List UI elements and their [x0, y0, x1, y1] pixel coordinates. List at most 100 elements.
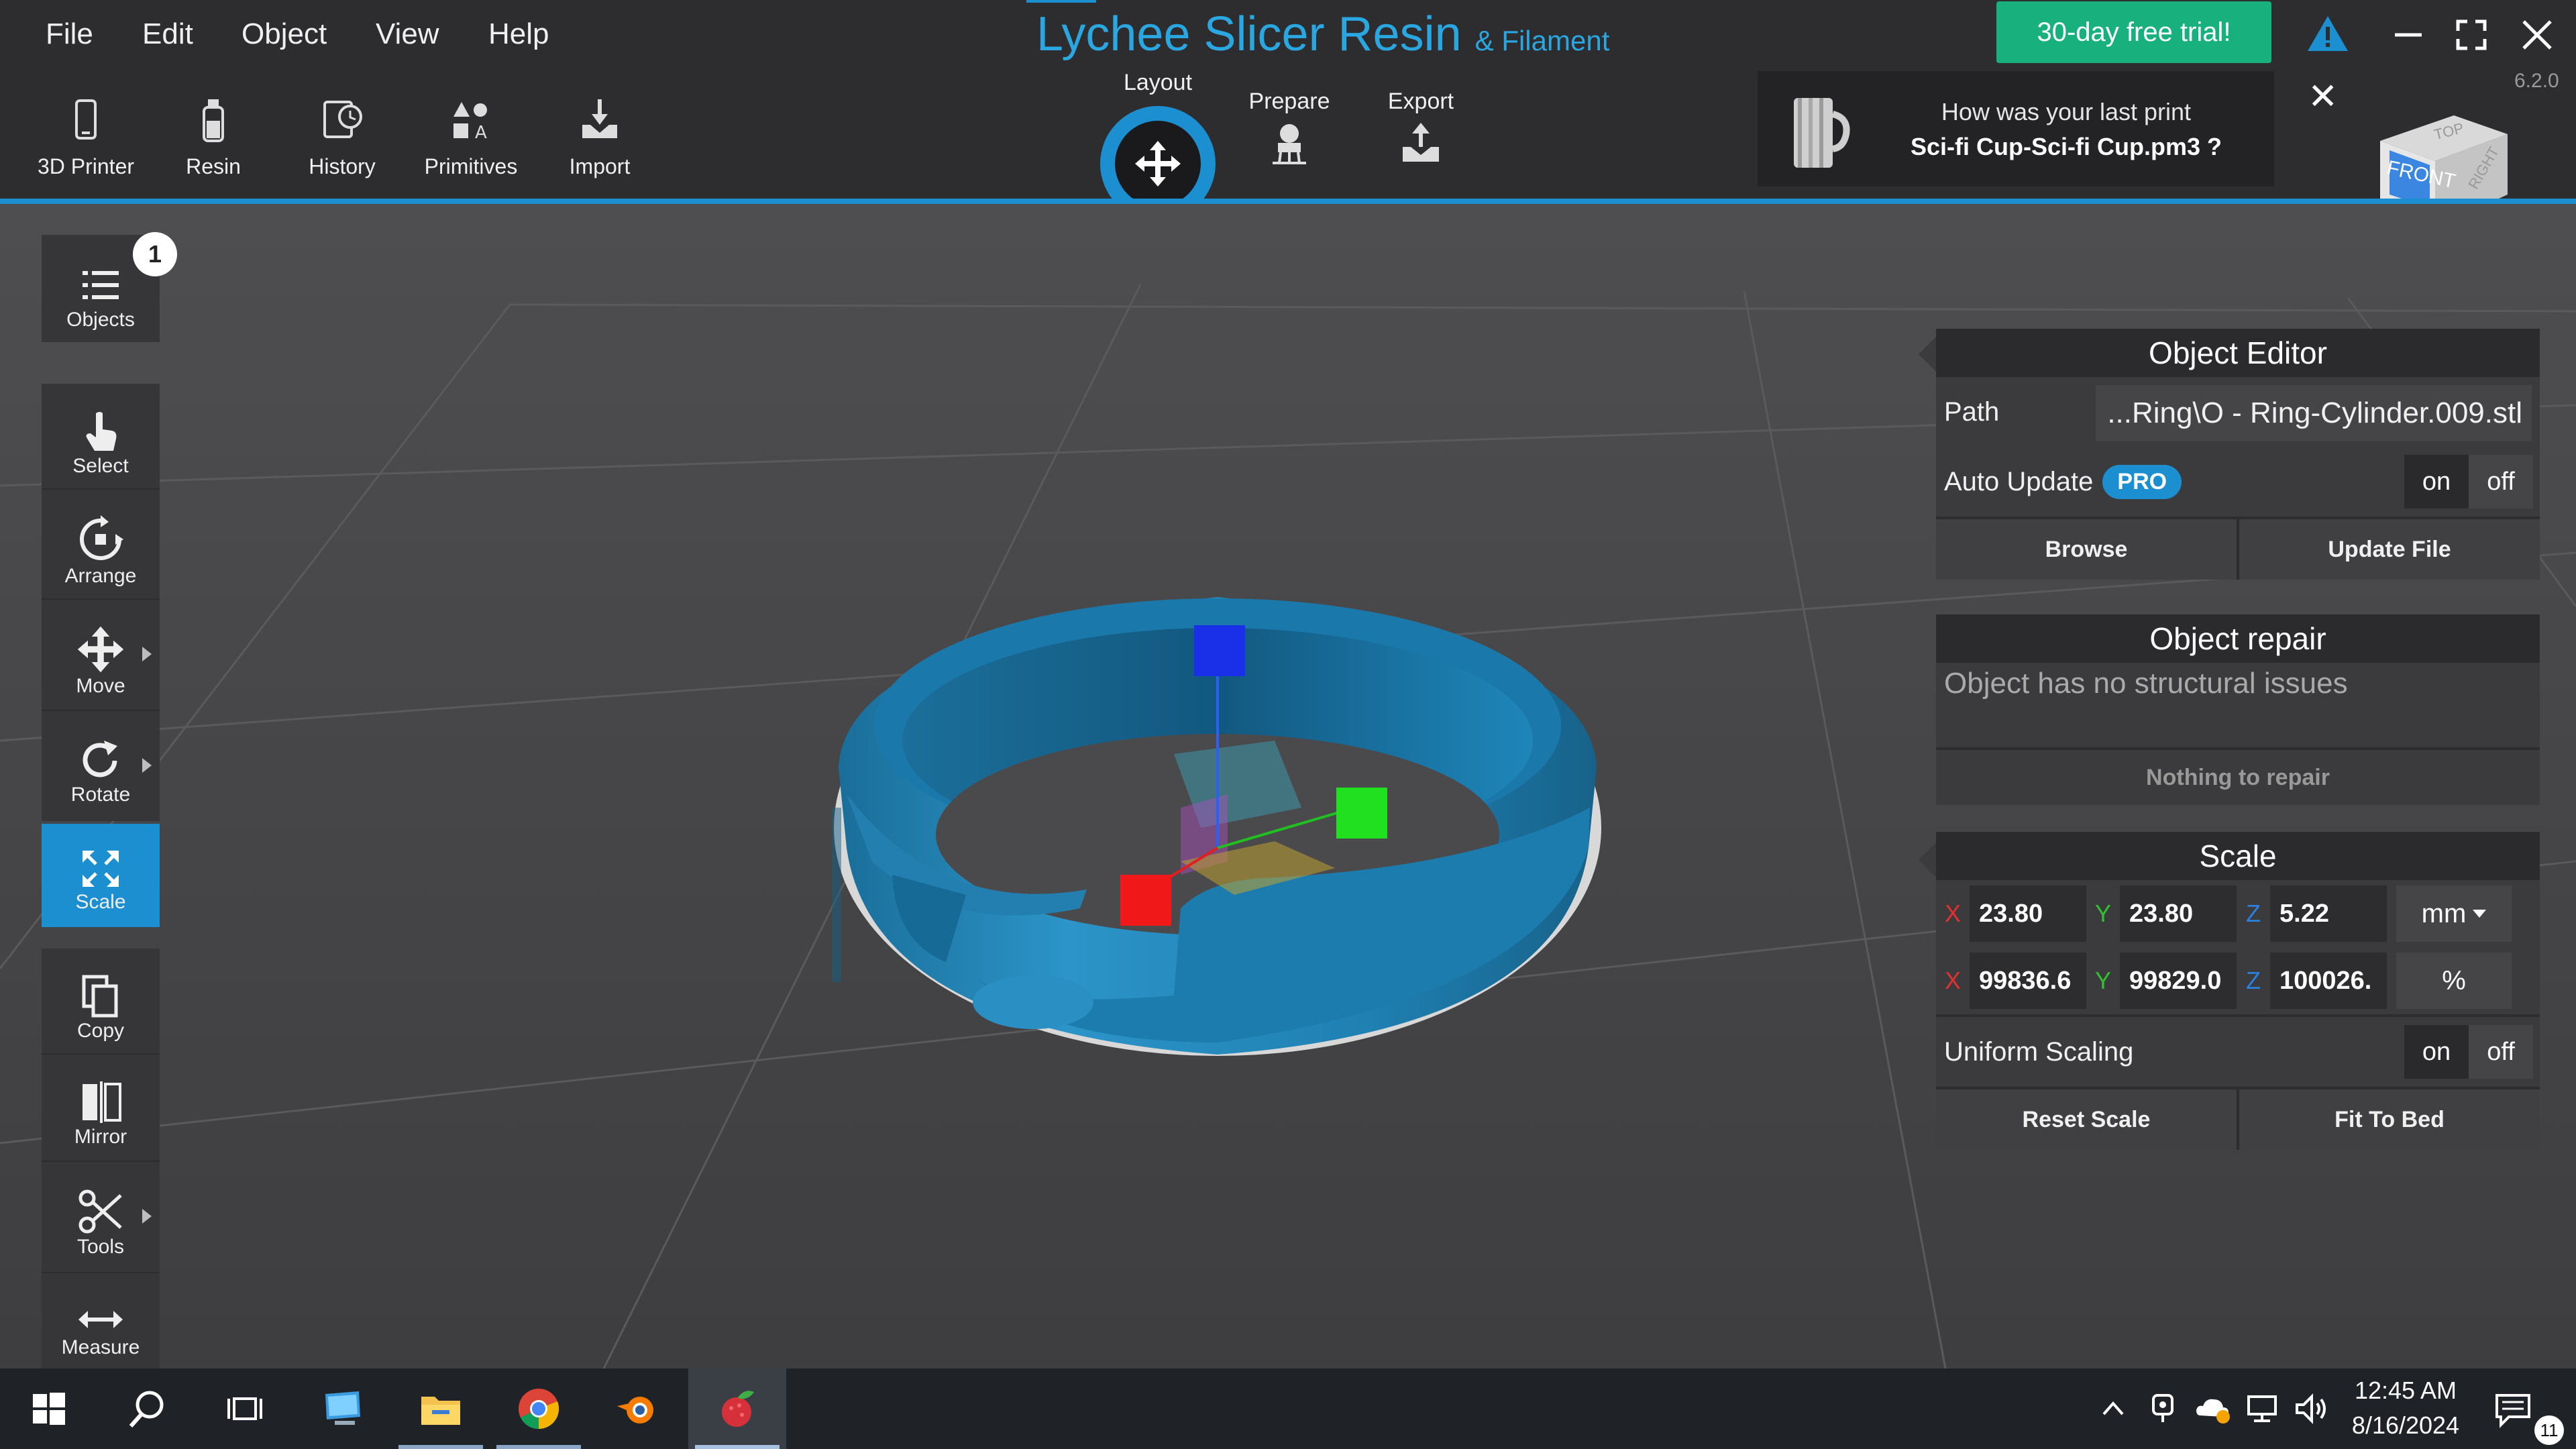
select-tool-button[interactable]: Select [42, 384, 160, 488]
unit-dropdown[interactable]: mm [2396, 885, 2512, 942]
toolbar-label: 3D Printer [37, 154, 135, 178]
scale-actions-row: Reset Scale Fit To Bed [1936, 1087, 2540, 1150]
warning-icon[interactable] [2306, 15, 2349, 52]
close-icon[interactable] [2517, 15, 2557, 55]
reset-scale-button[interactable]: Reset Scale [1936, 1089, 2237, 1150]
export-icon [1403, 123, 1439, 162]
measure-tool-button[interactable]: Measure [42, 1273, 160, 1368]
uniform-scaling-toggle[interactable]: on off [2404, 1025, 2533, 1079]
browse-button[interactable]: Browse [1936, 519, 2237, 580]
task-view-button[interactable] [196, 1368, 294, 1449]
start-button[interactable] [0, 1368, 98, 1449]
onedrive-icon[interactable] [2194, 1393, 2231, 1425]
expand-arrow-icon[interactable] [142, 1209, 152, 1224]
maximize-icon[interactable] [2451, 15, 2491, 55]
tab-indicator [1026, 0, 1096, 3]
primitives-icon: A [444, 94, 498, 148]
scale-x-mm-input[interactable]: 23.80 [1970, 885, 2086, 942]
import-icon [573, 94, 627, 148]
menu-help[interactable]: Help [488, 17, 549, 51]
menu-view[interactable]: View [376, 17, 439, 51]
minimize-icon[interactable] [2388, 15, 2428, 55]
cup-thumbnail-icon [1794, 98, 1850, 168]
panel-pointer [1919, 843, 1936, 877]
scale-panel: Scale X 23.80 Y 23.80 Z 5.22 mm X 99836.… [1936, 832, 2540, 1150]
unit-value: mm [2421, 898, 2467, 928]
print-feedback-card[interactable]: How was your last print Sci-fi Cup-Sci-f… [1758, 71, 2274, 186]
taskbar-app-blender[interactable] [588, 1368, 686, 1449]
free-trial-button[interactable]: 30-day free trial! [1996, 1, 2271, 63]
move-tool-button[interactable]: Move [42, 600, 160, 710]
percent-unit: % [2396, 953, 2512, 1009]
network-icon[interactable] [2245, 1393, 2282, 1425]
mode-export[interactable]: Export [1354, 89, 1488, 173]
tools-button[interactable]: Tools [42, 1162, 160, 1272]
menu-object[interactable]: Object [241, 17, 327, 51]
clock-time[interactable]: 12:45 AM [2325, 1377, 2486, 1405]
scale-tool-button[interactable]: Scale [42, 824, 160, 927]
measure-label: Measure [61, 1336, 140, 1358]
chrome-icon [519, 1389, 559, 1430]
arrange-tool-button[interactable]: Arrange [42, 490, 160, 598]
toolbar-label: Import [569, 154, 631, 178]
expand-arrow-icon[interactable] [142, 647, 152, 661]
lychee-fruit-icon [722, 1391, 754, 1427]
repair-status-row: Object has no structural issues [1936, 663, 2540, 747]
toggle-on[interactable]: on [2404, 455, 2469, 508]
fit-to-bed-button[interactable]: Fit To Bed [2237, 1089, 2540, 1150]
toolbar-import[interactable]: Import [539, 94, 660, 179]
copy-tool-button[interactable]: Copy [42, 949, 160, 1053]
mirror-icon [83, 1081, 121, 1123]
y-scale-handle[interactable] [1336, 788, 1387, 839]
mode-export-label: Export [1387, 89, 1454, 114]
chevron-up-icon[interactable] [2100, 1395, 2127, 1422]
scale-y-mm-input[interactable]: 23.80 [2120, 885, 2237, 942]
search-icon [129, 1391, 164, 1428]
scale-y-percent-input[interactable]: 99829.0 [2120, 953, 2237, 1009]
mode-prepare[interactable]: Prepare [1222, 89, 1356, 173]
scale-x-percent-input[interactable]: 99836.6 [1970, 953, 2086, 1009]
path-field[interactable]: ...Ring\O - Ring-Cylinder.009.stl [2096, 385, 2532, 441]
pc-screen-icon [325, 1391, 360, 1425]
clock-date[interactable]: 8/16/2024 [2325, 1411, 2486, 1440]
auto-update-toggle[interactable]: on off [2404, 455, 2533, 508]
taskbar-app-explorer[interactable] [392, 1368, 490, 1449]
taskbar-app-lychee[interactable] [688, 1368, 786, 1449]
toolbar-label: History [309, 154, 376, 178]
active-indicator [496, 1445, 581, 1449]
expand-arrow-icon[interactable] [142, 758, 152, 773]
uniform-scaling-label: Uniform Scaling [1944, 1036, 2134, 1067]
top-bar: File Edit Object View Help Lychee Slicer… [0, 0, 2576, 228]
taskbar-app-pc[interactable] [294, 1368, 392, 1449]
toggle-on[interactable]: on [2404, 1025, 2469, 1079]
webcam-icon[interactable] [2149, 1393, 2176, 1425]
toolbar-resin[interactable]: Resin [153, 94, 274, 179]
x-scale-handle[interactable] [1120, 875, 1171, 926]
scale-label: Scale [75, 891, 126, 913]
rotate-label: Rotate [70, 784, 131, 806]
scale-z-mm-input[interactable]: 5.22 [2270, 885, 2387, 942]
close-notification-icon[interactable]: ✕ [2308, 75, 2338, 117]
select-label: Select [72, 455, 129, 477]
mirror-tool-button[interactable]: Mirror [42, 1055, 160, 1161]
menu-file[interactable]: File [46, 17, 93, 51]
move-icon [77, 626, 124, 673]
update-file-button[interactable]: Update File [2237, 519, 2540, 580]
toolbar-3d-printer[interactable]: 3D Printer [25, 94, 146, 179]
scale-icon [83, 851, 119, 887]
menu-edit[interactable]: Edit [142, 17, 193, 51]
toolbar-history[interactable]: History [282, 94, 402, 179]
move-label: Move [76, 675, 125, 697]
mode-prepare-label: Prepare [1248, 89, 1330, 114]
scale-z-percent-input[interactable]: 100026. [2270, 953, 2387, 1009]
toggle-off[interactable]: off [2469, 455, 2533, 508]
objects-count-badge: 1 [133, 232, 177, 276]
search-button[interactable] [98, 1368, 196, 1449]
action-center-icon[interactable] [2493, 1391, 2533, 1429]
toggle-off[interactable]: off [2469, 1025, 2533, 1079]
taskbar-app-chrome[interactable] [490, 1368, 588, 1449]
z-scale-handle[interactable] [1194, 625, 1245, 676]
rotate-tool-button[interactable]: Rotate [42, 711, 160, 821]
file-actions-row: Browse Update File [1936, 517, 2540, 580]
toolbar-primitives[interactable]: A Primitives [411, 94, 531, 179]
